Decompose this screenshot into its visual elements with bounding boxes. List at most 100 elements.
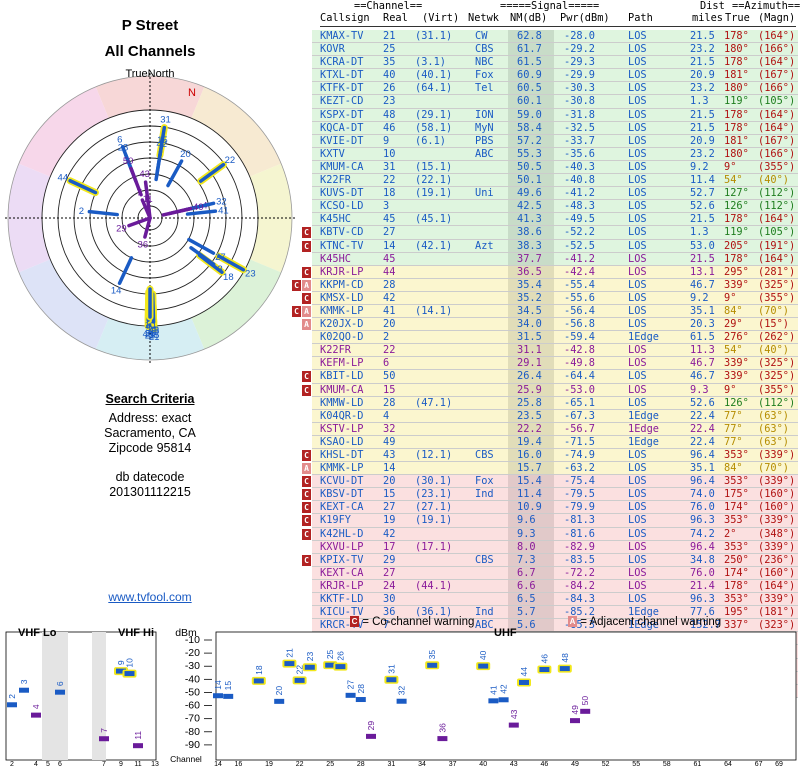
table-row[interactable]: A C KKPM-CD 28 35.4 -55.4 LOS 46.7 339° (325°): [292, 278, 798, 292]
channel-tick-label: 28: [357, 761, 365, 768]
table-row[interactable]: KTXL-DT 40 (40.1) Fox 60.9 -29.9 LOS 20.9 181° (1…: [312, 69, 798, 83]
cell-call: KSTV-LP: [320, 422, 364, 435]
table-row[interactable]: C K19FY 19 (19.1) 9.6 -81.3 LOS 96.3 353° (339°): [302, 514, 798, 528]
table-row[interactable]: K22FR 22 (22.1) 50.1 -40.8 LOS 11.4 54° (40°): [312, 174, 798, 188]
cell-pwr: -67.3: [564, 409, 595, 422]
table-row[interactable]: C KPIX-TV 29 CBS 7.3 -83.5 LOS 34.8 250° (236°): [302, 553, 798, 567]
table-row[interactable]: KXTV 10 ABC 55.3 -35.6 LOS 23.2 180° (166°): [312, 147, 798, 161]
table-row[interactable]: KEXT-CA 27 6.7 -72.2 LOS 76.0 174° (160°): [312, 566, 798, 580]
table-row[interactable]: C KMUM-CA 15 25.9 -53.0 LOS 9.3 9° (355°): [302, 383, 798, 397]
cell-nm: 25.9: [517, 383, 542, 396]
cell-pwr: -49.8: [564, 357, 595, 370]
table-row[interactable]: KEFM-LP 6 29.1 -49.8 LOS 46.7 339° (325°): [312, 357, 798, 371]
cell-call: KBTV-CD: [320, 226, 364, 239]
table-row[interactable]: K04QR-D 4 23.5 -67.3 1Edge 22.4 77° (63°): [312, 409, 798, 423]
table-row[interactable]: KVIE-DT 9 (6.1) PBS 57.2 -33.7 LOS 20.9 181° (167…: [312, 134, 798, 148]
table-row[interactable]: KKTF-LD 30 6.5 -84.3 LOS 96.3 353° (339°): [312, 593, 798, 607]
station-marker: [124, 671, 135, 677]
cell-pwr: -40.8: [564, 174, 595, 187]
cell-real: 3: [383, 200, 390, 213]
cell-real: 4: [383, 409, 390, 422]
cell-pwr: -52.2: [564, 226, 595, 239]
table-row[interactable]: K02QO-D 2 31.5 -59.4 1Edge 61.5 276° (262°): [312, 331, 798, 345]
station-marker: [274, 698, 285, 704]
cell-virt: (19.1): [415, 514, 453, 527]
cell-dist: 9.2: [690, 291, 709, 304]
table-row[interactable]: K45HC 45 37.7 -41.2 LOS 21.5 178° (164°): [312, 252, 798, 266]
cell-dist: 21.5: [690, 56, 715, 69]
cell-nm: 11.4: [517, 488, 542, 501]
station-marker: [335, 664, 346, 670]
station-spoke-label: 15: [157, 135, 168, 146]
table-row[interactable]: C K42HL-D 42 9.3 -81.6 LOS 74.2 2° (348°): [302, 527, 798, 541]
cell-nm: 34.0: [517, 318, 542, 331]
table-row[interactable]: C KBSV-DT 15 (23.1) Ind 11.4 -79.5 LOS 74.0 175° (…: [302, 488, 798, 502]
table-row[interactable]: KCRA-DT 35 (3.1) NBC 61.5 -29.3 LOS 21.5 178° (16…: [312, 56, 798, 70]
table-row[interactable]: KUVS-DT 18 (19.1) Uni 49.6 -41.2 LOS 52.7 127° (1…: [312, 187, 798, 201]
table-row[interactable]: C KCVU-DT 20 (30.1) Fox 15.4 -75.4 LOS 96.4 353° (…: [302, 475, 798, 489]
vhf-hi-label: VHF Hi: [118, 627, 154, 639]
vhf-panel: [5, 631, 157, 761]
vhf-gap-shade: [42, 632, 68, 760]
channel-tick-label: 52: [602, 761, 610, 768]
cell-true: 178°: [724, 56, 749, 69]
cell-nm: 15.4: [517, 475, 542, 488]
table-row[interactable]: KCSO-LD 3 42.5 -48.3 LOS 52.6 126° (112°): [312, 200, 798, 214]
table-row[interactable]: KRJR-LP 24 (44.1) 6.6 -84.2 LOS 21.4 178° (164°): [312, 579, 798, 594]
table-row[interactable]: C KBIT-LD 50 26.4 -64.4 LOS 46.7 339° (325°): [302, 370, 798, 384]
table-row[interactable]: KXVU-LP 17 (17.1) 8.0 -82.9 LOS 96.4 353° (339°): [312, 540, 798, 554]
station-marker-label: 26: [335, 651, 345, 661]
cell-dist: 23.2: [690, 43, 715, 56]
cell-dist: 21.4: [690, 579, 715, 592]
cell-magn: (40°): [758, 344, 789, 357]
table-row[interactable]: A K20JX-D 20 34.0 -56.8 LOS 20.3 29° (15°): [302, 318, 798, 332]
table-row[interactable]: KOVR 25 CBS 61.7 -29.2 LOS 23.2 180° (166°): [312, 43, 798, 57]
table-row[interactable]: KSTV-LP 32 22.2 -56.7 1Edge 22.4 77° (63°): [312, 422, 798, 436]
cell-nm: 61.7: [517, 43, 542, 56]
cell-pwr: -56.7: [564, 422, 595, 435]
cell-pwr: -28.0: [564, 30, 595, 42]
table-row[interactable]: K22FR 22 31.1 -42.8 LOS 11.3 54° (40°): [312, 344, 798, 358]
table-row[interactable]: C KEXT-CA 27 (27.1) 10.9 -79.9 LOS 76.0 174° (160…: [302, 501, 798, 515]
table-row[interactable]: KTFK-DT 26 (64.1) Tel 60.5 -30.3 LOS 23.2 180° (1…: [312, 82, 798, 96]
table-row[interactable]: KMUM-CA 31 (15.1) 50.5 -40.3 LOS 9.2 9° (355°): [312, 160, 798, 175]
cell-call: KXVU-LP: [320, 540, 364, 553]
cell-dist: 34.8: [690, 553, 715, 566]
col-miles: miles: [692, 12, 723, 24]
cell-magn: (105°): [758, 226, 796, 239]
station-marker-label: 35: [427, 650, 437, 660]
table-row[interactable]: C KBTV-CD 27 38.6 -52.2 LOS 1.3 119° (105°): [302, 226, 798, 240]
cell-path: LOS: [628, 383, 647, 396]
cell-call: K19FY: [320, 514, 351, 527]
table-row[interactable]: KQCA-DT 46 (58.1) MyN 58.4 -32.5 LOS 21.5 178° (1…: [312, 121, 798, 135]
cell-nm: 25.8: [517, 396, 542, 409]
table-row[interactable]: K45HC 45 (45.1) 41.3 -49.5 LOS 21.5 178° (164°): [312, 213, 798, 227]
table-row[interactable]: KMAX-TV 21 (31.1) CW 62.8 -28.0 LOS 21.5 178° (16…: [312, 30, 798, 44]
table-row[interactable]: A C KMMK-LP 41 (14.1) 34.5 -56.4 LOS 35.1 84° (70°…: [292, 304, 798, 319]
table-row[interactable]: KSAO-LD 49 19.4 -71.5 1Edge 22.4 77° (63°): [312, 435, 798, 449]
table-row[interactable]: C KRJR-LP 44 36.5 -42.4 LOS 13.1 295° (281°): [302, 265, 798, 279]
cell-call: KEXT-CA: [320, 501, 364, 514]
station-marker: [478, 663, 489, 669]
true-north-label: TrueNorth: [125, 68, 175, 80]
cell-magn: (105°): [758, 95, 796, 108]
table-row[interactable]: C KTNC-TV 14 (42.1) Azt 38.3 -52.5 LOS 53.0 205° (…: [302, 239, 798, 253]
channel-tick-label: 9: [119, 761, 123, 768]
table-row[interactable]: A KMMK-LP 14 15.7 -63.2 LOS 35.1 84° (70°): [302, 462, 798, 476]
cell-magn: (164°): [758, 121, 796, 134]
cell-magn: (236°): [758, 553, 796, 566]
station-spoke: [146, 205, 152, 220]
table-row[interactable]: KSPX-DT 48 (29.1) ION 59.0 -31.8 LOS 21.5 178° (1…: [312, 108, 798, 122]
station-marker-label: 48: [560, 653, 570, 663]
cell-pwr: -81.6: [564, 527, 595, 540]
tvfool-link[interactable]: www.tvfool.com: [0, 590, 300, 604]
table-row[interactable]: C KMSX-LD 42 35.2 -55.6 LOS 9.2 9° (355°): [302, 291, 798, 305]
table-row[interactable]: C KHSL-DT 43 (12.1) CBS 16.0 -74.9 LOS 96.4 353° (…: [302, 449, 798, 463]
cell-magn: (160°): [758, 488, 796, 501]
table-row[interactable]: KEZT-CD 23 60.1 -30.8 LOS 1.3 119° (105°): [312, 95, 798, 109]
station-marker-label: 50: [580, 696, 590, 706]
cell-nm: 50.5: [517, 160, 542, 173]
cell-pwr: -42.8: [564, 344, 595, 357]
table-row[interactable]: KMMW-LD 28 (47.1) 25.8 -65.1 LOS 52.6 126° (112°…: [312, 396, 798, 410]
cell-true: 9°: [724, 383, 737, 396]
